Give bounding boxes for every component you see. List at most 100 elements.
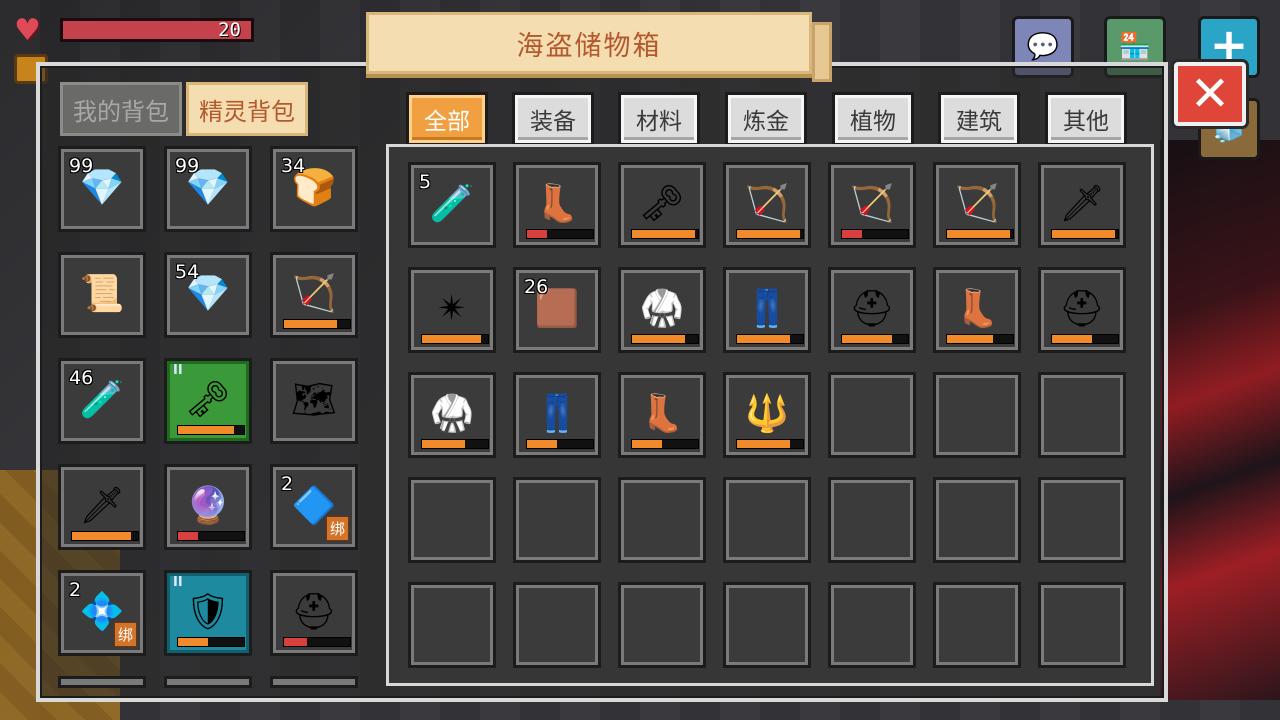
chest-slot[interactable]: 👢	[933, 267, 1021, 353]
durability-fill	[1052, 230, 1115, 238]
window-title: 海盗储物箱	[366, 12, 812, 74]
chest-slot-empty[interactable]	[513, 477, 601, 563]
chest-slot[interactable]: 🧪 5	[408, 162, 496, 248]
bag-slot[interactable]: 💎 54	[164, 252, 252, 338]
chest-slot-empty[interactable]	[828, 582, 916, 668]
chest-slot[interactable]: 🗝	[618, 162, 706, 248]
chest-slot-empty[interactable]	[723, 582, 811, 668]
bag-slot[interactable]	[270, 676, 358, 688]
purple-crystal-staff-icon: 🔮	[185, 485, 231, 527]
bag-slot[interactable]: 💎 99	[58, 146, 146, 232]
chest-slot-empty[interactable]	[513, 582, 601, 668]
crimson-sword-icon: 🗡	[79, 485, 125, 527]
red-quiver-icon: 🏹	[849, 183, 895, 225]
bag-slot[interactable]: 🔷 2 绑	[270, 464, 358, 550]
durability-fill	[422, 440, 465, 448]
bag-slot[interactable]: 🏹	[270, 252, 358, 338]
bag-slot[interactable]: 💎 99	[164, 146, 252, 232]
health-value: 20	[218, 19, 241, 41]
chest-slot[interactable]: 👢	[618, 372, 706, 458]
tab-equipment[interactable]: 装备	[512, 92, 594, 146]
chest-slot-empty[interactable]	[408, 477, 496, 563]
durability-fill	[842, 335, 892, 343]
durability-fill	[947, 230, 1010, 238]
chest-slot[interactable]: 👖	[513, 372, 601, 458]
bag-slot[interactable]: 🍞 34	[270, 146, 358, 232]
heart-icon: ♥	[14, 13, 41, 48]
golden-helmet-icon: ⛑	[849, 288, 895, 330]
chest-slot-empty[interactable]	[828, 372, 916, 458]
blue-leggings-icon: 👖	[744, 288, 790, 330]
chest-slot-empty[interactable]	[723, 477, 811, 563]
chest-slot-empty[interactable]	[1038, 477, 1126, 563]
chest-slot-empty[interactable]	[1038, 582, 1126, 668]
item-count: 34	[281, 155, 306, 177]
bag-slot[interactable]: 🗡	[58, 464, 146, 550]
bag-slot[interactable]: 🗺	[270, 358, 358, 444]
chest-slot-empty[interactable]	[408, 582, 496, 668]
chest-slot[interactable]: 👖	[723, 267, 811, 353]
durability-fill	[178, 426, 235, 434]
durability-fill	[737, 335, 790, 343]
chest-slot[interactable]: 🏹	[723, 162, 811, 248]
chest-slot[interactable]: 🏹	[933, 162, 1021, 248]
chest-slot[interactable]: ⛑	[828, 267, 916, 353]
durability-fill	[72, 532, 132, 540]
bag-slot[interactable]: 📜	[58, 252, 146, 338]
chest-slot-empty[interactable]	[1038, 372, 1126, 458]
health-bar: 20	[60, 18, 254, 42]
tab-alchemy[interactable]: 炼金	[725, 92, 807, 146]
red-boots-icon: 👢	[639, 393, 685, 435]
chest-slot-empty[interactable]	[618, 582, 706, 668]
chest-slot[interactable]: 🔱	[723, 372, 811, 458]
chest-slot-empty[interactable]	[933, 372, 1021, 458]
item-count: 2	[69, 579, 82, 601]
chest-slot[interactable]: ✴	[408, 267, 496, 353]
bag-slot[interactable]	[58, 676, 146, 688]
tab-others[interactable]: 其他	[1045, 92, 1127, 146]
durability-fill	[1052, 335, 1092, 343]
bag-slot[interactable]: 🔮	[164, 464, 252, 550]
bag-slot[interactable]: 🗝 II	[164, 358, 252, 444]
tab-my-bag[interactable]: 我的背包	[60, 82, 182, 136]
crimson-sword-icon: 🗡	[1059, 183, 1105, 225]
durability-bar	[283, 637, 351, 647]
tab-all[interactable]: 全部	[406, 92, 488, 146]
chest-slot-empty[interactable]	[933, 582, 1021, 668]
golden-scroll-icon: 📜	[79, 273, 125, 315]
chest-slot[interactable]: ⛑	[1038, 267, 1126, 353]
item-count: 54	[175, 261, 200, 283]
close-icon: ✕	[1189, 66, 1231, 122]
chest-slot-empty[interactable]	[933, 477, 1021, 563]
tab-plants[interactable]: 植物	[832, 92, 914, 146]
durability-bar	[736, 229, 804, 239]
bag-slot[interactable]: ⛑	[270, 570, 358, 656]
durability-fill	[422, 335, 482, 343]
bag-slot[interactable]	[164, 676, 252, 688]
durability-fill	[737, 230, 800, 238]
durability-bar	[177, 637, 245, 647]
chest-slot[interactable]: 👢	[513, 162, 601, 248]
chest-slot[interactable]: 🗡	[1038, 162, 1126, 248]
tab-buildings[interactable]: 建筑	[938, 92, 1020, 146]
durability-bar	[177, 425, 245, 435]
bag-slot[interactable]: 🧪 46	[58, 358, 146, 444]
chest-slot-empty[interactable]	[828, 477, 916, 563]
red-helmet-icon: ⛑	[1059, 288, 1105, 330]
tab-spirit-bag[interactable]: 精灵背包	[186, 82, 308, 136]
chest-slot[interactable]: 🥋	[408, 372, 496, 458]
chest-slot[interactable]: 🏹	[828, 162, 916, 248]
durability-fill	[737, 440, 790, 448]
chest-slot-empty[interactable]	[618, 477, 706, 563]
bound-badge: 绑	[325, 516, 349, 541]
durability-fill	[284, 638, 308, 646]
bag-slot[interactable]: 💠 2 绑	[58, 570, 146, 656]
durability-bar	[1051, 229, 1119, 239]
chest-slot[interactable]: 🥋	[618, 267, 706, 353]
close-button[interactable]: ✕	[1174, 62, 1246, 126]
tab-materials[interactable]: 材料	[618, 92, 700, 146]
ice-trident-icon: 🔱	[744, 393, 790, 435]
bag-slot[interactable]: 🛡 II	[164, 570, 252, 656]
chest-slot[interactable]: 🟫 26	[513, 267, 601, 353]
durability-fill	[842, 230, 862, 238]
